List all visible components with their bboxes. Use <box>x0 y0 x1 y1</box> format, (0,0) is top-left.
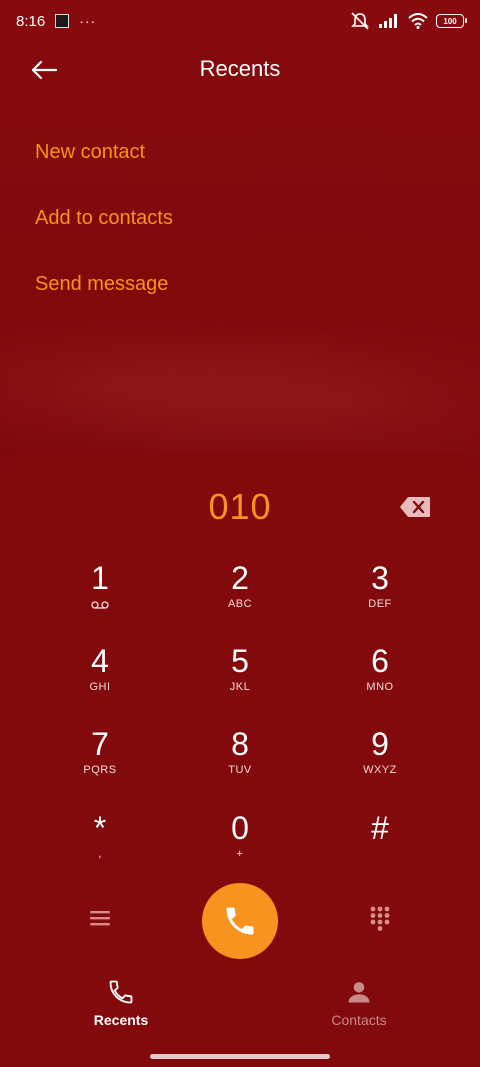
key-8[interactable]: 8 TUV <box>180 726 300 796</box>
home-indicator[interactable] <box>150 1054 330 1059</box>
notification-icon <box>55 14 70 28</box>
key-digit: 3 <box>371 560 389 596</box>
send-message-link[interactable]: Send message <box>35 273 168 296</box>
wifi-icon <box>408 13 428 29</box>
key-letters: ABC <box>227 598 253 610</box>
status-time: 8:16 <box>16 12 46 30</box>
header: Recents <box>0 50 480 90</box>
key-digit: 1 <box>91 560 109 596</box>
key-digit: 8 <box>231 726 249 762</box>
key-digit: 5 <box>231 643 249 679</box>
key-digit: 6 <box>371 643 389 679</box>
phone-icon <box>226 907 254 935</box>
new-contact-link[interactable]: New contact <box>35 141 145 164</box>
page-title: Recents <box>199 56 281 81</box>
background-texture <box>0 300 480 470</box>
key-letters: GHI <box>89 681 111 693</box>
key-letters: JKL <box>229 681 251 693</box>
menu-icon <box>90 911 110 926</box>
add-to-contacts-link[interactable]: Add to contacts <box>35 207 173 230</box>
key-star[interactable]: * , <box>40 810 160 880</box>
tab-recents[interactable]: Recents <box>61 978 181 1028</box>
key-1[interactable]: 1 <box>40 560 160 630</box>
status-left: 8:16 ··· <box>16 13 96 30</box>
mute-icon <box>351 12 369 30</box>
key-digit: 4 <box>91 643 109 679</box>
key-0[interactable]: 0 + <box>180 810 300 880</box>
key-letters: TUV <box>228 764 252 776</box>
call-button[interactable] <box>202 883 278 959</box>
status-right: 100 <box>350 12 467 30</box>
key-letters: , <box>98 848 102 860</box>
voicemail-icon <box>91 601 109 609</box>
backspace-icon <box>400 497 430 517</box>
key-letters: WXYZ <box>363 764 397 776</box>
key-2[interactable]: 2 ABC <box>180 560 300 630</box>
dialpad-toggle-button[interactable] <box>360 898 400 938</box>
status-bar: 8:16 ··· 100 <box>0 0 480 42</box>
key-hash[interactable]: # <box>320 810 440 880</box>
key-letters: PQRS <box>83 764 117 776</box>
key-4[interactable]: 4 GHI <box>40 643 160 713</box>
battery-icon: 100 <box>436 14 467 28</box>
key-digit: # <box>371 810 389 846</box>
signal-icon <box>379 14 397 28</box>
key-letters: MNO <box>366 681 394 693</box>
backspace-button[interactable] <box>398 495 432 519</box>
key-3[interactable]: 3 DEF <box>320 560 440 630</box>
tab-label: Recents <box>93 1012 149 1028</box>
key-5[interactable]: 5 JKL <box>180 643 300 713</box>
person-icon <box>348 982 370 1003</box>
key-digit: * <box>93 810 107 846</box>
key-digit: 7 <box>91 726 109 762</box>
tab-label: Contacts <box>331 1012 387 1028</box>
key-digit: 9 <box>371 726 389 762</box>
key-letters: + <box>236 848 244 860</box>
more-notifications-icon: ··· <box>79 13 97 29</box>
menu-button[interactable] <box>80 898 120 938</box>
key-letters: DEF <box>368 598 392 610</box>
tab-contacts[interactable]: Contacts <box>299 978 419 1028</box>
phone-icon <box>109 980 133 1004</box>
key-digit: 0 <box>231 810 249 846</box>
dialpad-icon <box>370 906 390 931</box>
key-digit: 2 <box>231 560 249 596</box>
key-6[interactable]: 6 MNO <box>320 643 440 713</box>
key-9[interactable]: 9 WXYZ <box>320 726 440 796</box>
key-7[interactable]: 7 PQRS <box>40 726 160 796</box>
